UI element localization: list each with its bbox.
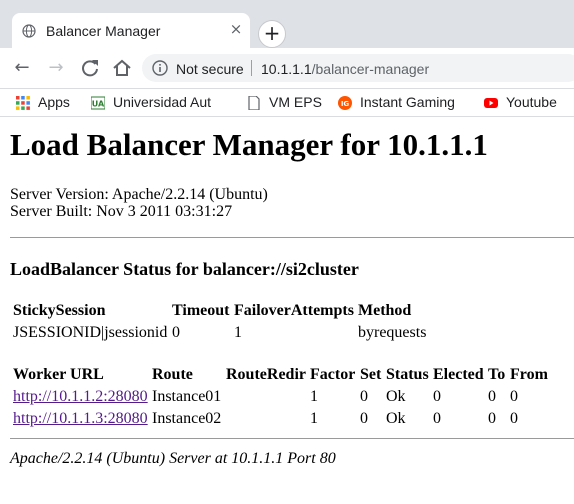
- column-header: From: [510, 366, 548, 383]
- table-cell: 1: [310, 410, 318, 427]
- tab-title: Balancer Manager: [46, 23, 161, 39]
- home-icon[interactable]: [110, 56, 134, 80]
- tab-strip: Balancer Manager × +: [0, 0, 574, 48]
- column-header: Method: [358, 302, 412, 319]
- column-header: Route: [152, 366, 193, 383]
- svg-text:UA: UA: [92, 100, 105, 109]
- security-label: Not secure: [176, 61, 244, 77]
- bookmark-label: Youtube: [506, 94, 557, 110]
- apps-grid-icon: [16, 96, 30, 110]
- browser-toolbar: ← → Not secure 10.1.1.1/balancer-manager: [0, 48, 574, 89]
- bookmark-label: Instant Gaming: [360, 94, 455, 110]
- info-icon[interactable]: [152, 60, 168, 76]
- bookmark-label: Universidad Aut: [113, 94, 212, 110]
- column-header: FailoverAttempts: [234, 302, 354, 319]
- table-cell: 0: [488, 410, 496, 427]
- table-cell: 0: [433, 388, 441, 405]
- column-header: Status: [386, 366, 429, 383]
- column-header: Set: [360, 366, 382, 383]
- table-cell: 0: [433, 410, 441, 427]
- bookmark-label: Apps: [38, 94, 70, 110]
- new-tab-button[interactable]: +: [258, 20, 286, 48]
- back-arrow-icon[interactable]: ←: [10, 56, 34, 80]
- forward-arrow-icon[interactable]: →: [44, 56, 68, 80]
- url-host: 10.1.1.1: [261, 61, 312, 77]
- instant-gaming-icon: IG: [338, 96, 352, 110]
- table-cell: Instance01: [152, 388, 222, 405]
- university-icon: UA: [91, 96, 105, 110]
- server-info: Server Version: Apache/2.2.14 (Ubuntu) S…: [10, 186, 268, 220]
- table-cell: Ok: [386, 410, 406, 427]
- column-header: Factor: [310, 366, 356, 383]
- table-cell: 1: [234, 324, 242, 341]
- bookmarks-bar: Apps UA Universidad Aut VM EPS IG Instan…: [0, 89, 574, 117]
- server-built: Server Built: Nov 3 2011 03:31:27: [10, 203, 233, 220]
- table-cell: 1: [310, 388, 318, 405]
- table-cell: 0: [510, 388, 518, 405]
- column-header: Elected: [433, 366, 484, 383]
- table-cell: Instance02: [152, 410, 222, 427]
- youtube-icon: [484, 98, 498, 108]
- worker-link[interactable]: http://10.1.1.2:28080: [13, 388, 148, 406]
- document-icon: [248, 96, 260, 110]
- divider: [10, 237, 574, 238]
- balancer-heading: LoadBalancer Status for balancer://si2cl…: [10, 259, 359, 279]
- table-cell: Ok: [386, 388, 406, 405]
- page-title: Load Balancer Manager for 10.1.1.1: [10, 127, 488, 162]
- column-header: To: [488, 366, 506, 383]
- table-cell: 0: [360, 410, 368, 427]
- address-bar[interactable]: Not secure 10.1.1.1/balancer-manager: [142, 54, 574, 82]
- table-cell: byrequests: [358, 324, 427, 341]
- globe-icon: [22, 24, 36, 38]
- worker-link[interactable]: http://10.1.1.3:28080: [13, 410, 148, 428]
- table-cell: 0: [510, 410, 518, 427]
- table-cell: JSESSIONID|jsessionid: [13, 324, 168, 341]
- column-header: RouteRedir: [226, 366, 306, 383]
- column-header: Timeout: [172, 302, 230, 319]
- divider: [10, 438, 574, 439]
- table-cell: 0: [360, 388, 368, 405]
- svg-text:IG: IG: [341, 100, 350, 108]
- close-tab-icon[interactable]: ×: [228, 21, 244, 37]
- page-content: Load Balancer Manager for 10.1.1.1 Serve…: [0, 117, 574, 504]
- tab-balancer-manager[interactable]: Balancer Manager ×: [12, 13, 250, 48]
- server-signature: Apache/2.2.14 (Ubuntu) Server at 10.1.1.…: [10, 450, 336, 467]
- address-divider: [251, 60, 252, 76]
- column-header: Worker URL: [13, 366, 104, 383]
- column-header: StickySession: [13, 302, 106, 319]
- table-cell: 0: [488, 388, 496, 405]
- url-path: /balancer-manager: [311, 61, 430, 77]
- bookmark-label: VM EPS: [269, 94, 322, 110]
- table-cell: 0: [172, 324, 180, 341]
- server-version: Server Version: Apache/2.2.14 (Ubuntu): [10, 186, 268, 203]
- reload-icon[interactable]: [78, 56, 102, 80]
- url-text[interactable]: 10.1.1.1/balancer-manager: [261, 61, 429, 77]
